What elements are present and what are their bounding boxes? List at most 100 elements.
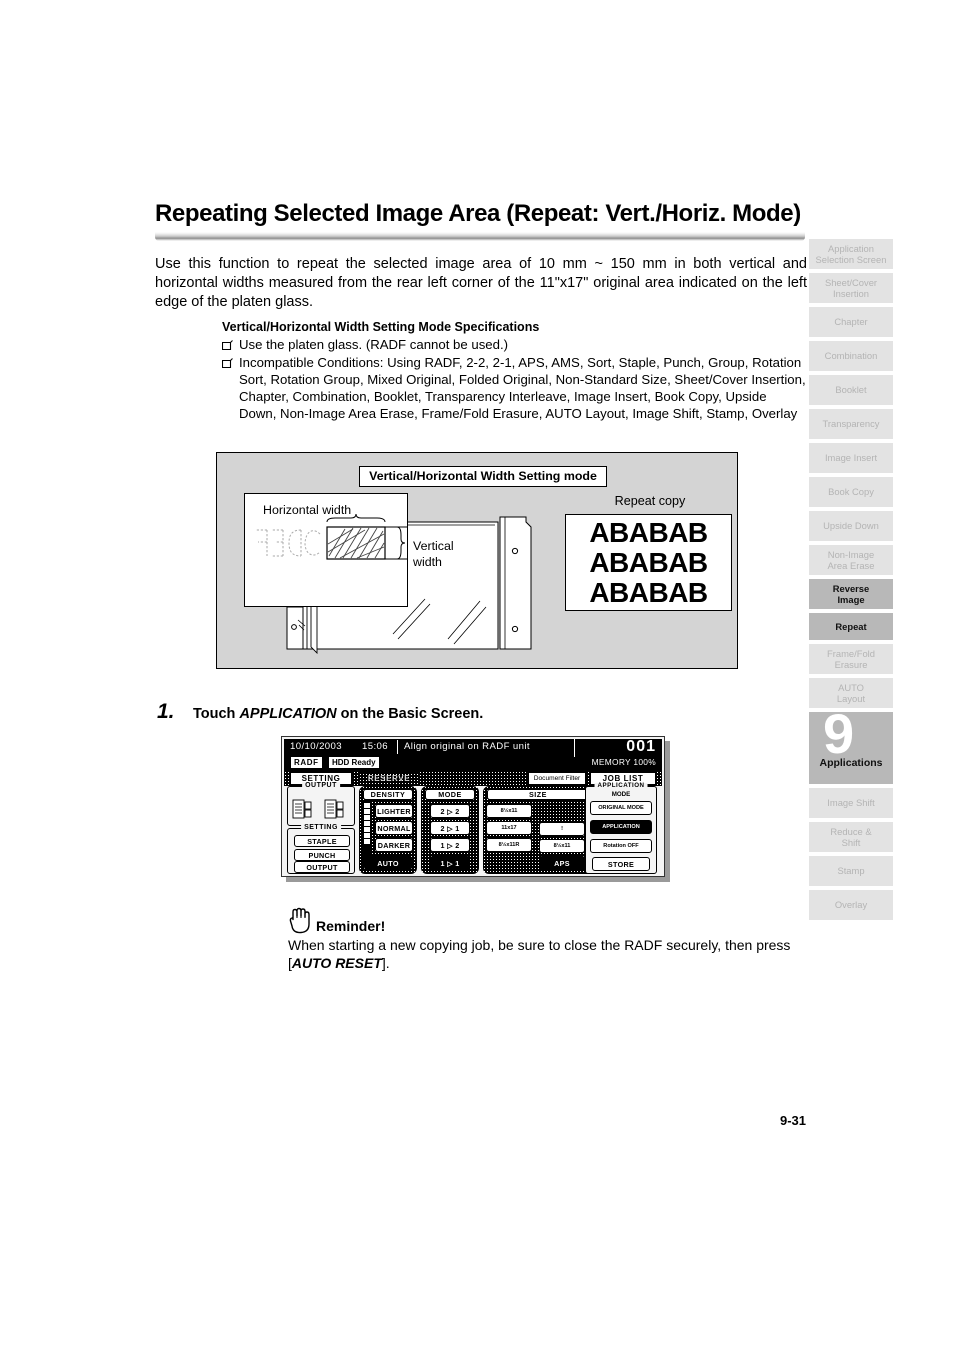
density-darker-button[interactable]: DARKER [375, 838, 413, 852]
step-instruction: Touch APPLICATION on the Basic Screen. [193, 706, 483, 722]
lcd-date: 10/10/2003 [290, 741, 343, 752]
sidebar-item-label: Repeat [835, 620, 867, 632]
store-button[interactable]: STORE [592, 857, 650, 871]
title-rule [155, 232, 805, 241]
sidebar-label-line2: Shift [841, 837, 861, 848]
sidebar-item-label: Frame/Fold Erasure [827, 648, 875, 670]
size-panel-title: SIZE [487, 789, 589, 800]
sidebar-item-label: Upside Down [823, 520, 879, 532]
setting-group: SETTING STAPLE PUNCH OUTPUT [287, 824, 355, 874]
spec-list-item: Incompatible Conditions: Using RADF, 2-2… [222, 355, 807, 423]
sidebar-item-label: Reduce & Shift [830, 826, 871, 848]
mode-2to2-button[interactable]: 2 ▷ 2 [430, 804, 470, 818]
original-mode-button[interactable]: ORIGINAL MODE [590, 801, 652, 815]
lcd-body: OUTPUT SETTING STAPLE PUNCH OUTPUT DENSI… [284, 782, 662, 874]
sidebar-item-non-image-area-erase[interactable]: Non-Image Area Erase [809, 545, 893, 575]
sidebar-item-reduce-and-shift[interactable]: Reduce & Shift [809, 822, 893, 852]
tab-reserve[interactable]: RESERVE [358, 772, 420, 785]
step-1: 1. Touch APPLICATION on the Basic Screen… [157, 700, 757, 724]
sidebar-label-line1: Reverse [832, 582, 870, 594]
output-mode-icons[interactable] [290, 797, 354, 823]
step-text-post: on the Basic Screen. [336, 706, 484, 722]
mode-panel: MODE 2 ▷ 2 2 ▷ 1 1 ▷ 2 1 ▷ 1 [421, 786, 479, 874]
sidebar-item-label: AUTO Layout [837, 682, 865, 704]
lcd-divider [574, 739, 575, 757]
output-button[interactable]: OUTPUT [294, 861, 350, 873]
application-mode-group: APPLICATION MODE ORIGINAL MODE APPLICATI… [585, 782, 657, 874]
sidebar-label-line1: Reduce & [830, 825, 872, 837]
chapter-label: Applications [819, 757, 883, 769]
sidebar-item-label: Reverse Image [833, 583, 870, 605]
tab-document-filter[interactable]: Document Filter [528, 772, 586, 785]
application-button[interactable]: APPLICATION [590, 820, 652, 834]
density-normal-button[interactable]: NORMAL [375, 821, 413, 835]
sidebar-item-overlay[interactable]: Overlay [809, 890, 893, 920]
original-size-display[interactable]: ! [539, 822, 585, 836]
sidebar-item-label: Stamp [837, 865, 865, 877]
sidebar-item-label: Non-Image Area Erase [828, 549, 875, 571]
spec-item-text: Use the platen glass. (RADF cannot be us… [239, 337, 509, 352]
sidebar-item-application-selection-screen[interactable]: Application Selection Screen [809, 239, 893, 269]
illustration-figure: Vertical/Horizontal Width Setting mode H… [216, 452, 738, 669]
reminder-header: Reminder! [288, 905, 808, 935]
vertical-width-line2: width [413, 554, 442, 569]
size-ledger-button[interactable]: 11x17 [486, 821, 532, 835]
rotation-off-button[interactable]: Rotation OFF [590, 839, 652, 853]
spec-item-text: Incompatible Conditions: Using RADF, 2-2… [239, 354, 806, 421]
mode-2to1-button[interactable]: 2 ▷ 1 [430, 821, 470, 835]
chapter-number: 9 [823, 702, 855, 765]
size-letter-r-button[interactable]: 8½x11R [486, 838, 532, 852]
reminder-label: Reminder! [316, 918, 386, 934]
sidebar-item-upside-down[interactable]: Upside Down [809, 511, 893, 541]
sidebar-item-label: Book Copy [828, 486, 874, 498]
sidebar-label-line1: Sheet/Cover [824, 276, 878, 288]
punch-button[interactable]: PUNCH [294, 849, 350, 861]
staple-button[interactable]: STAPLE [294, 835, 350, 847]
sidebar-label-line1: Application [828, 242, 874, 254]
paper-size-display[interactable]: 8½x11 [539, 839, 585, 853]
sidebar-item-label: Image Shift [827, 797, 875, 809]
density-lighter-button[interactable]: LIGHTER [375, 804, 413, 818]
page-title: Repeating Selected Image Area (Repeat: V… [155, 200, 801, 227]
sidebar-item-transparency[interactable]: Transparency [809, 409, 893, 439]
sidebar-item-book-copy[interactable]: Book Copy [809, 477, 893, 507]
lcd-copy-counter: 001 [626, 738, 656, 755]
size-letter-button[interactable]: 8½x11 [486, 804, 532, 818]
sidebar-label-line2: Insertion [833, 288, 869, 299]
sidebar-label-line2: Image [837, 594, 865, 605]
sidebar-item-sheet-cover-insertion[interactable]: Sheet/Cover Insertion [809, 273, 893, 303]
output-group-legend: OUTPUT [302, 782, 340, 789]
sidebar-item-combination[interactable]: Combination [809, 341, 893, 371]
sidebar-item-image-shift[interactable]: Image Shift [809, 788, 893, 818]
sidebar-item-repeat[interactable]: Repeat [809, 613, 893, 640]
lcd-hdd-badge: HDD Ready [328, 756, 380, 769]
sidebar-label-line1: Frame/Fold [827, 647, 875, 659]
sidebar-item-booklet[interactable]: Booklet [809, 375, 893, 405]
chapter-sidebar: Application Selection Screen Sheet/Cover… [809, 239, 893, 924]
sidebar-item-label: Overlay [834, 899, 868, 911]
lcd-radf-badge: RADF [290, 756, 323, 769]
sidebar-item-frame-fold-erasure[interactable]: Frame/Fold Erasure [809, 644, 893, 674]
density-panel: DENSITY LIGHTER NORMAL DARKER AUTO [359, 786, 417, 874]
sidebar-item-label: Image Insert [824, 452, 878, 464]
chapter-marker: 9 Applications [809, 706, 893, 784]
mode-1to1-button[interactable]: 1 ▷ 1 [430, 856, 470, 870]
mode-1to2-button[interactable]: 1 ▷ 2 [430, 838, 470, 852]
sidebar-item-chapter[interactable]: Chapter [809, 307, 893, 337]
hand-icon [289, 907, 310, 934]
sidebar-item-reverse-image[interactable]: Reverse Image [809, 579, 893, 609]
reminder-text: When starting a new copying job, be sure… [288, 937, 808, 973]
sidebar-label-line2: Area Erase [827, 560, 875, 571]
aps-button[interactable]: APS [539, 856, 585, 870]
repeat-copy-label: Repeat copy [614, 494, 686, 508]
density-auto-button[interactable]: AUTO [364, 856, 412, 870]
vertical-width-label: Vertical width [413, 539, 454, 570]
sidebar-item-stamp[interactable]: Stamp [809, 856, 893, 886]
sidebar-item-label: Chapter [834, 316, 868, 328]
repeat-row: ABABAB [589, 546, 708, 578]
lcd-memory-indicator: MEMORY 100% [591, 757, 656, 767]
sidebar-item-image-insert[interactable]: Image Insert [809, 443, 893, 473]
checkbox-bullet-icon [222, 337, 236, 354]
spec-list-item: Use the platen glass. (RADF cannot be us… [222, 337, 807, 354]
illustration-caption: Vertical/Horizontal Width Setting mode [359, 466, 607, 487]
